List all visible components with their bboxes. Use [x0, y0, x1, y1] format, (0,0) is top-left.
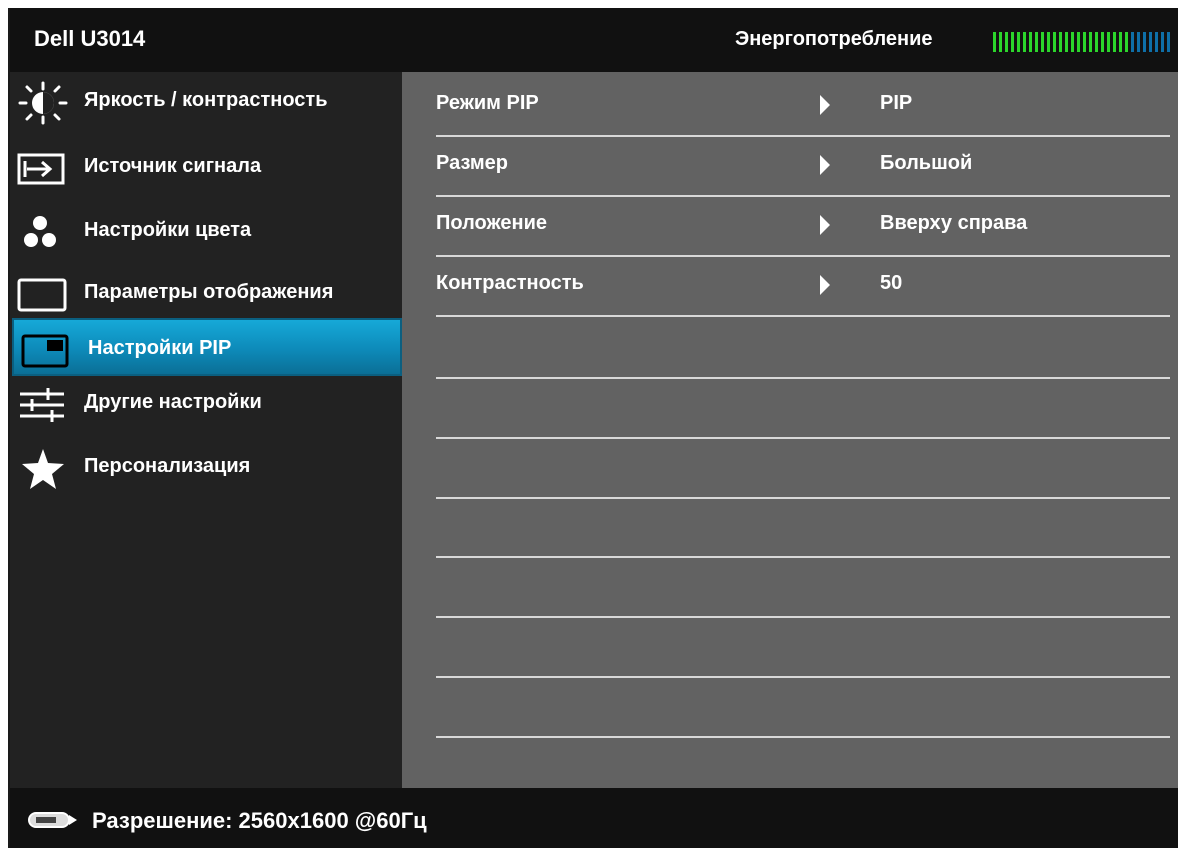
divider	[436, 556, 1170, 558]
sidebar-item-label: Настройки цвета	[84, 219, 252, 241]
power-segment-on	[1071, 32, 1074, 52]
sidebar-item-other-settings[interactable]: Другие настройки	[10, 374, 402, 434]
color-dots-icon	[24, 216, 56, 247]
power-segment-on	[1095, 32, 1098, 52]
star-icon	[22, 449, 64, 489]
row-value: Большой	[880, 152, 973, 174]
sidebar-item-display-settings[interactable]: Параметры отображения	[10, 264, 402, 324]
sliders-icon	[20, 388, 64, 422]
arrow-right-icon	[820, 275, 830, 295]
osd-sidebar: Яркость / контрастность Источник сигнала…	[10, 72, 402, 788]
arrow-right-icon	[820, 95, 830, 115]
power-segment-on	[1107, 32, 1110, 52]
power-segment-on	[1125, 32, 1128, 52]
power-segment-on	[1101, 32, 1104, 52]
power-segment-off	[1149, 32, 1152, 52]
sidebar-item-label: Источник сигнала	[84, 155, 262, 177]
resolution-status: Разрешение: 2560x1600 @60Гц	[92, 808, 427, 833]
power-segment-off	[1161, 32, 1164, 52]
power-segment-on	[1041, 32, 1044, 52]
power-segment-on	[1113, 32, 1116, 52]
osd-header: Dell U3014 Энергопотребление	[10, 8, 1178, 72]
row-label: Режим PIP	[436, 92, 539, 114]
pip-position-row[interactable]: Положение Вверху справа	[436, 194, 1170, 254]
sidebar-item-label: Персонализация	[84, 455, 251, 477]
power-segment-on	[1017, 32, 1020, 52]
power-usage-meter	[993, 32, 1170, 52]
sidebar-item-label: Настройки PIP	[88, 337, 232, 359]
divider	[436, 437, 1170, 439]
power-segment-on	[1047, 32, 1050, 52]
osd-footer: Разрешение: 2560x1600 @60Гц	[10, 788, 1178, 848]
power-segment-on	[993, 32, 996, 52]
arrow-right-icon	[820, 215, 830, 235]
sidebar-item-label: Яркость / контрастность	[84, 89, 328, 111]
sidebar-item-personalize[interactable]: Персонализация	[10, 438, 402, 498]
sidebar-item-input-source[interactable]: Источник сигнала	[10, 138, 402, 198]
input-source-icon	[17, 153, 65, 185]
power-segment-on	[999, 32, 1002, 52]
divider	[436, 315, 1170, 317]
sidebar-item-label: Параметры отображения	[84, 281, 334, 303]
power-usage-label: Энергопотребление	[735, 28, 933, 50]
power-segment-on	[1023, 32, 1026, 52]
row-value: PIP	[880, 92, 913, 114]
power-segment-on	[1089, 32, 1092, 52]
power-segment-off	[1155, 32, 1158, 52]
display-rect-icon	[17, 278, 67, 312]
power-segment-on	[1035, 32, 1038, 52]
power-segment-on	[1065, 32, 1068, 52]
row-label: Положение	[436, 212, 548, 234]
divider	[436, 497, 1170, 499]
pip-size-row[interactable]: Размер Большой	[436, 134, 1170, 194]
power-segment-on	[1119, 32, 1122, 52]
divider	[436, 377, 1170, 379]
power-segment-on	[1077, 32, 1080, 52]
power-segment-off	[1137, 32, 1140, 52]
row-value: Вверху справа	[880, 212, 1028, 234]
pip-icon	[21, 334, 69, 368]
pip-mode-row[interactable]: Режим PIP PIP	[436, 74, 1170, 134]
power-segment-on	[1083, 32, 1086, 52]
pip-settings-panel: Режим PIP PIP Размер Большой Положение В…	[402, 72, 1178, 788]
sidebar-item-brightness-contrast[interactable]: Яркость / контрастность	[10, 72, 402, 132]
power-segment-on	[1005, 32, 1008, 52]
pip-contrast-row[interactable]: Контрастность 50	[436, 254, 1170, 314]
row-value: 50	[880, 272, 903, 294]
sidebar-item-pip-settings[interactable]: Настройки PIP	[12, 318, 402, 376]
brightness-icon	[18, 81, 68, 125]
power-segment-on	[1059, 32, 1062, 52]
power-segment-off	[1143, 32, 1146, 52]
monitor-osd: Dell U3014 Энергопотребление Яркость / к…	[8, 8, 1178, 848]
arrow-right-icon	[820, 155, 830, 175]
sidebar-item-color-settings[interactable]: Настройки цвета	[10, 202, 402, 262]
divider	[436, 676, 1170, 678]
power-segment-off	[1131, 32, 1134, 52]
monitor-model: Dell U3014	[34, 26, 146, 51]
power-segment-on	[1053, 32, 1056, 52]
power-segment-on	[1011, 32, 1014, 52]
row-label: Контрастность	[436, 272, 584, 294]
sidebar-item-label: Другие настройки	[84, 391, 262, 413]
divider	[436, 616, 1170, 618]
power-segment-on	[1029, 32, 1032, 52]
divider	[436, 736, 1170, 738]
row-label: Размер	[436, 152, 509, 174]
power-segment-off	[1167, 32, 1170, 52]
connector-icon	[28, 812, 77, 828]
